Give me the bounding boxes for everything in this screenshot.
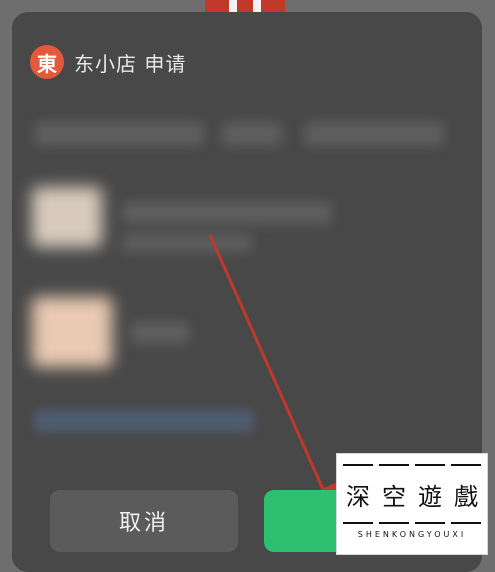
watermark-char: 深	[343, 464, 373, 524]
watermark-subtitle: SHENKONGYOUXI	[357, 530, 467, 539]
watermark-logo: 深 空 遊 戲 SHENKONGYOUXI	[336, 453, 488, 555]
watermark-char: 空	[379, 464, 409, 524]
watermark-char: 戲	[451, 464, 481, 524]
cancel-button[interactable]: 取消	[50, 490, 238, 552]
watermark-char: 遊	[415, 464, 445, 524]
